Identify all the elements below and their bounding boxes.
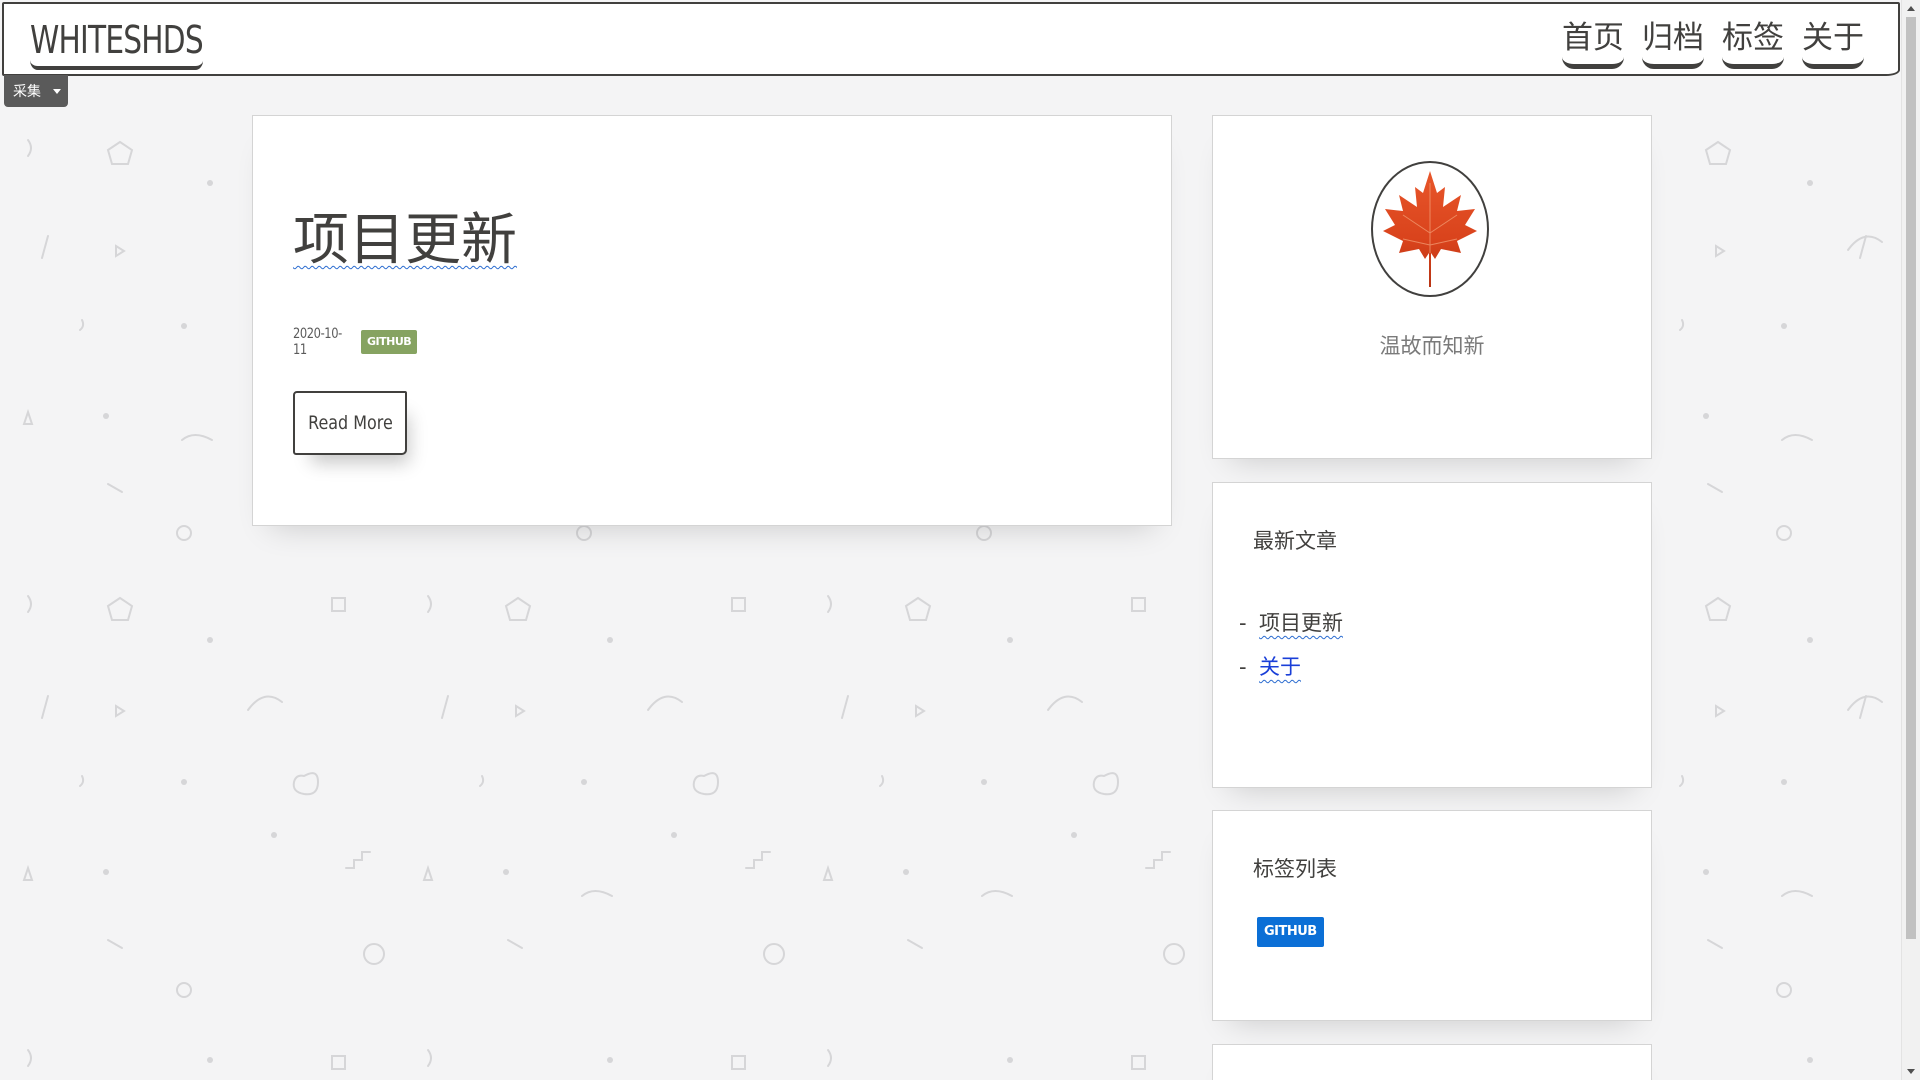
post-card: 项目更新 2020-10-11 GITHUB Read More [252, 115, 1172, 526]
scroll-down-arrow-icon[interactable] [1907, 1069, 1915, 1074]
recent-post-link[interactable]: 项目更新 [1259, 601, 1343, 645]
nav-item-about[interactable]: 关于 [1802, 18, 1864, 69]
list-dash: - [1239, 655, 1247, 679]
page-scrollbar[interactable] [1901, 0, 1920, 1080]
sidebar-card-partial [1212, 1044, 1652, 1080]
recent-post-link[interactable]: 关于 [1259, 645, 1301, 689]
caret-down-icon [53, 89, 61, 94]
tag-chip[interactable]: GITHUB [1257, 917, 1324, 947]
collect-label: 采集 [13, 84, 41, 100]
maple-leaf-icon [1383, 171, 1477, 287]
profile-card: 温故而知新 [1212, 115, 1652, 459]
scroll-thumb[interactable] [1906, 17, 1916, 939]
tags-list: GITHUB [1257, 917, 1324, 947]
post-tag-badge[interactable]: GITHUB [361, 330, 418, 354]
recent-posts-card: 最新文章 - 项目更新 - 关于 [1212, 482, 1652, 788]
post-title-link[interactable]: 项目更新 [293, 206, 517, 276]
collect-dropdown-button[interactable]: 采集 [4, 75, 68, 107]
recent-posts-list: - 项目更新 - 关于 [1239, 601, 1343, 689]
post-date: 2020-10-11 [293, 326, 342, 358]
nav-item-tags[interactable]: 标签 [1722, 18, 1784, 69]
nav-item-archive[interactable]: 归档 [1642, 18, 1704, 69]
avatar [1371, 161, 1489, 297]
read-more-button[interactable]: Read More [293, 391, 407, 455]
tags-card: 标签列表 GITHUB [1212, 810, 1652, 1021]
recent-posts-title: 最新文章 [1253, 529, 1337, 553]
list-dash: - [1239, 611, 1247, 635]
site-logo[interactable]: WHITESHDS [30, 18, 204, 70]
list-item: - 项目更新 [1239, 601, 1343, 645]
tags-title: 标签列表 [1253, 857, 1337, 881]
list-item: - 关于 [1239, 645, 1343, 689]
main-nav: 首页 归档 标签 关于 [1562, 18, 1864, 69]
site-header: WHITESHDS 首页 归档 标签 关于 [2, 2, 1900, 76]
read-more-label: Read More [307, 412, 393, 434]
nav-item-home[interactable]: 首页 [1562, 18, 1624, 69]
post-meta: 2020-10-11 GITHUB [293, 326, 418, 358]
profile-motto: 温故而知新 [1379, 334, 1485, 358]
scroll-up-arrow-icon[interactable] [1907, 6, 1915, 11]
